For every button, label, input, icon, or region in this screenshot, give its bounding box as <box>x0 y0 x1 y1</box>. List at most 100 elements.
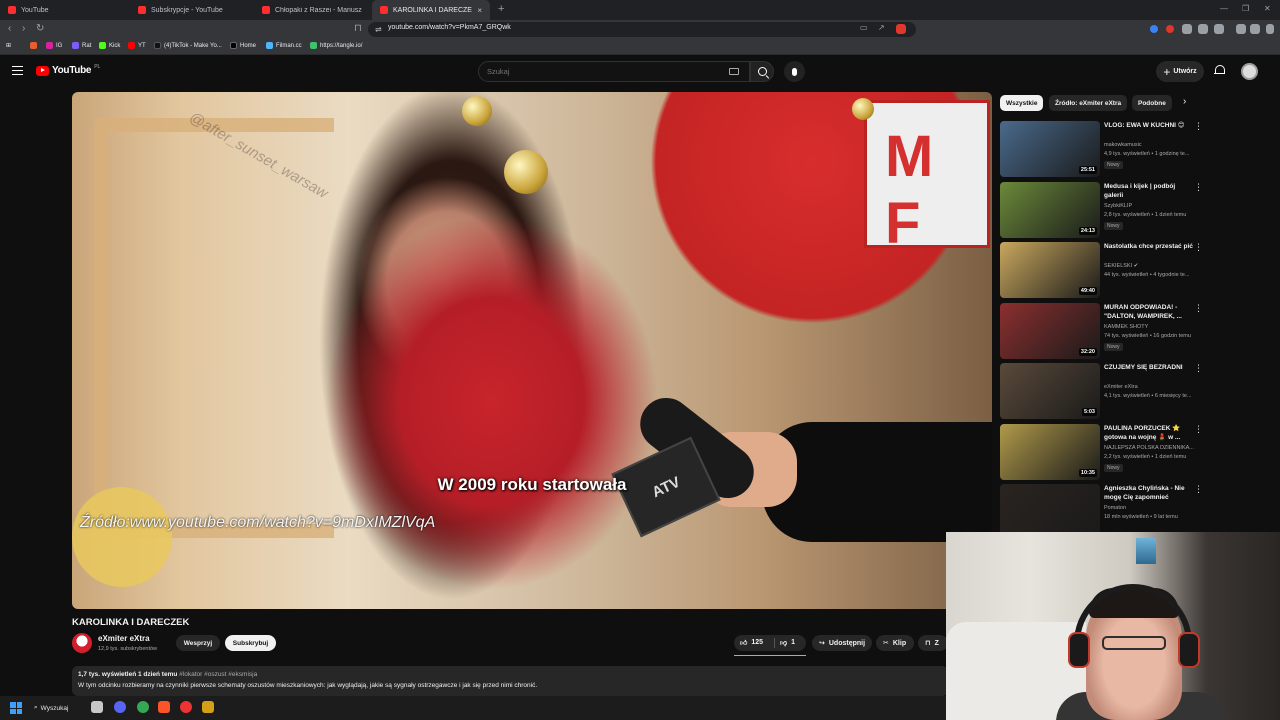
bookmark-item[interactable]: (4)TikTok - Make Yo... <box>154 42 222 49</box>
audio-icon[interactable] <box>1150 25 1158 33</box>
recommendation-item[interactable]: 32:20 MURAN ODPOWIADA! - "DALTON, WAMPIRE… <box>1000 303 1270 361</box>
close-window-icon[interactable]: ✕ <box>1264 4 1271 13</box>
menu-icon[interactable] <box>12 66 23 75</box>
recommendation-item[interactable]: 25:51 VLOG: EWA W KUCHNI 😊 makowkamusic 4,9… <box>1000 121 1270 179</box>
recommendation-title[interactable]: VLOG: EWA W KUCHNI 😊 <box>1104 121 1196 130</box>
more-options-icon[interactable]: ⋮ <box>1194 484 1203 495</box>
app-icon[interactable] <box>180 701 192 713</box>
recommendation-channel[interactable]: eXmiter eXtra <box>1104 384 1138 390</box>
more-options-icon[interactable]: ⋮ <box>1194 303 1203 314</box>
video-thumbnail[interactable]: 32:20 <box>1000 303 1100 359</box>
minimize-icon[interactable]: — <box>1220 4 1228 13</box>
brave-icon[interactable] <box>158 701 170 713</box>
recommendation-item[interactable]: 10:35 PAULINA PORZUCEK ⭐ gotowa na wojnę … <box>1000 424 1270 482</box>
app-icon[interactable] <box>202 701 214 713</box>
video-thumbnail[interactable]: 49:40 <box>1000 242 1100 298</box>
share-page-icon[interactable]: ↗ <box>878 23 885 32</box>
recommendation-channel[interactable]: SzybkiKLIP <box>1104 203 1132 209</box>
hashtags[interactable]: #lokator #oszust #eksmisja <box>179 671 257 678</box>
bookmark-item[interactable]: Rat <box>72 42 91 49</box>
recommendation-title[interactable]: MURAN ODPOWIADA! - "DALTON, WAMPIREK, ..… <box>1104 303 1196 321</box>
bookmark-item[interactable]: Filman.cc <box>266 42 302 49</box>
youtube-logo[interactable]: YouTube PL <box>36 64 100 76</box>
extension-icon[interactable] <box>1182 24 1192 34</box>
subscribe-button[interactable]: Subskrybuj <box>225 635 276 651</box>
chevron-right-icon[interactable]: › <box>1183 96 1186 107</box>
new-tab-button[interactable]: + <box>498 3 504 15</box>
back-icon[interactable]: ‹ <box>8 23 11 34</box>
search-button[interactable] <box>750 61 774 82</box>
more-options-icon[interactable]: ⋮ <box>1194 424 1203 435</box>
recommendation-channel[interactable]: KAMMEK SHOTY <box>1104 324 1148 330</box>
install-icon[interactable]: ▭ <box>860 23 868 32</box>
browser-tab[interactable]: YouTube <box>0 0 130 20</box>
video-thumbnail[interactable]: 25:51 <box>1000 121 1100 177</box>
search-box[interactable] <box>478 61 750 82</box>
search-input[interactable] <box>487 64 717 79</box>
share-button[interactable]: ↪ Udostępnij <box>812 635 872 651</box>
site-info-icon[interactable]: ⇌ <box>375 25 382 34</box>
recommendation-title[interactable]: Medusa i kijek | podbój galerii <box>1104 182 1196 200</box>
save-button[interactable]: ⊓ Z <box>918 635 948 651</box>
taskbar-search[interactable]: ⌕ Wyszukaj <box>34 701 82 715</box>
recommendation-channel[interactable]: makowkamusic <box>1104 142 1142 148</box>
notifications-icon[interactable] <box>1214 65 1225 76</box>
recommendation-item[interactable]: 49:40 Nastolatka chce przestać pić SEKIELS… <box>1000 242 1270 300</box>
reload-icon[interactable]: ↻ <box>36 23 44 34</box>
bookmark-item[interactable] <box>30 42 37 49</box>
windows-start-icon[interactable] <box>10 702 22 714</box>
account-avatar[interactable] <box>1241 63 1258 80</box>
bookmark-item[interactable]: IG <box>46 42 62 49</box>
channel-name[interactable]: eXmiter eXtra <box>98 634 150 643</box>
video-thumbnail[interactable]: 5:03 <box>1000 363 1100 419</box>
forward-icon[interactable]: › <box>22 23 25 34</box>
video-player[interactable]: @after_sunset_warsaw M F ATV W 2009 roku… <box>72 92 992 609</box>
file-explorer-icon[interactable] <box>91 701 103 713</box>
bookmark-icon[interactable]: ⊓ <box>354 23 362 34</box>
recommendation-channel[interactable]: Pomaton <box>1104 505 1126 511</box>
create-button[interactable]: + Utwórz <box>1156 61 1204 82</box>
chip-all[interactable]: Wszystkie <box>1000 95 1044 111</box>
support-button[interactable]: Wesprzyj <box>176 635 220 651</box>
recommendation-title[interactable]: Agnieszka Chylińska - Nie mogę Cię zapom… <box>1104 484 1196 502</box>
like-button[interactable]: 👍︎ 125 <box>740 638 763 647</box>
recommendation-channel[interactable]: NAJLEPSZA POLSKA DZIENNIKA... <box>1104 445 1194 451</box>
chip-related[interactable]: Podobne <box>1132 95 1172 111</box>
chip-from-channel[interactable]: Źródło: eXmiter eXtra <box>1049 95 1128 111</box>
wallet-icon[interactable] <box>1250 24 1260 34</box>
discord-icon[interactable] <box>114 701 126 713</box>
recommendation-item[interactable]: 5:03 CZUJEMY SIĘ BEZRADNI eXmiter eXtra 4,1… <box>1000 363 1270 421</box>
close-tab-icon[interactable]: × <box>477 6 482 15</box>
recommendation-item[interactable]: 24:13 Medusa i kijek | podbój galerii Szyb… <box>1000 182 1270 240</box>
downloads-icon[interactable] <box>1214 24 1224 34</box>
music-icon[interactable] <box>1236 24 1246 34</box>
channel-avatar[interactable] <box>72 633 92 653</box>
bookmark-item[interactable]: https://tangle.io/ <box>310 42 362 49</box>
recommendation-title[interactable]: Nastolatka chce przestać pić <box>1104 242 1196 251</box>
extension-record-icon[interactable] <box>1166 25 1174 33</box>
bookmark-item[interactable]: Kick <box>99 42 120 49</box>
voice-search-button[interactable] <box>784 61 805 82</box>
more-options-icon[interactable]: ⋮ <box>1194 121 1203 132</box>
more-options-icon[interactable]: ⋮ <box>1194 242 1203 253</box>
brave-shield-icon[interactable] <box>896 24 906 34</box>
menu-icon[interactable] <box>1266 24 1274 34</box>
recommendation-title[interactable]: PAULINA PORZUCEK ⭐ gotowa na wojnę 💄 w .… <box>1104 424 1196 442</box>
keyboard-icon[interactable] <box>729 68 739 75</box>
maximize-icon[interactable]: ❐ <box>1242 4 1249 13</box>
dislike-button[interactable]: 👎︎ 1 <box>780 638 795 647</box>
bookmark-item[interactable]: Home <box>230 42 256 49</box>
chrome-icon[interactable] <box>137 701 149 713</box>
more-options-icon[interactable]: ⋮ <box>1194 363 1203 374</box>
more-options-icon[interactable]: ⋮ <box>1194 182 1203 193</box>
address-bar[interactable]: ⇌ youtube.com/watch?v=PkmA7_GRQwk <box>368 22 916 37</box>
puzzle-icon[interactable] <box>1198 24 1208 34</box>
video-thumbnail[interactable]: 10:35 <box>1000 424 1100 480</box>
browser-tab[interactable]: Chłopaki z Raszei - Mariusz wymyśli <box>254 0 370 20</box>
recommendation-channel[interactable]: SEKIELSKI ✔ <box>1104 263 1138 269</box>
browser-tab-active[interactable]: KAROLINKA I DARECZEK - Yo × <box>372 0 490 20</box>
video-thumbnail[interactable]: 24:13 <box>1000 182 1100 238</box>
apps-icon[interactable]: ⊞ <box>6 42 11 49</box>
description-box[interactable]: 1,7 tys. wyświetleń 1 dzień temu #lokato… <box>72 666 948 696</box>
bookmark-item[interactable]: YT <box>128 42 146 49</box>
